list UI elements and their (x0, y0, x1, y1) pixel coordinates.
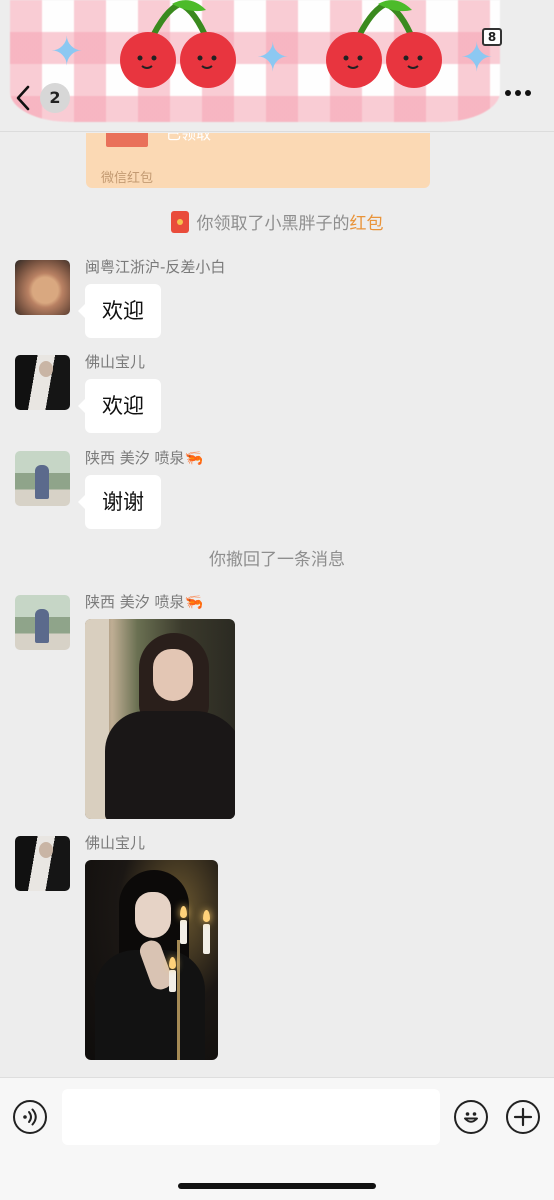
avatar[interactable] (15, 836, 70, 891)
message-bubble[interactable]: 欢迎 (78, 379, 161, 433)
avatar[interactable] (15, 595, 70, 650)
voice-icon (23, 1108, 37, 1126)
chevron-left-icon (16, 85, 30, 111)
chat-screen: ✦ ✦ ✦ 8 2 已领取 微信红包 你领取了小黑胖子的红包 闽粤江浙沪-反差小… (0, 0, 554, 1200)
red-packet-icon (170, 210, 189, 233)
message-item: 闽粤江浙沪-反差小白 欢迎 (0, 258, 554, 342)
message-item: 佛山宝儿 欢迎 (0, 353, 554, 437)
system-message-text: 你撤回了一条消息 (209, 550, 345, 570)
red-packet-label: 微信红包 (101, 171, 154, 186)
shrimp-emoji: 🦐 (184, 593, 204, 611)
sender-name: 佛山宝儿 (85, 353, 146, 371)
red-packet-link[interactable]: 红包 (350, 214, 384, 234)
shrimp-emoji: 🦐 (184, 449, 204, 467)
home-indicator (178, 1183, 376, 1189)
message-list[interactable]: 已领取 微信红包 你领取了小黑胖子的红包 闽粤江浙沪-反差小白 欢迎 佛山宝儿 … (0, 133, 554, 1077)
avatar[interactable] (15, 451, 70, 506)
plus-button[interactable] (506, 1100, 540, 1134)
message-bubble[interactable]: 谢谢 (78, 475, 161, 529)
back-button[interactable]: 2 (14, 80, 70, 116)
system-message-text: 你领取了小黑胖子的 (196, 214, 350, 234)
avatar[interactable] (15, 260, 70, 315)
sparkle-icon: ✦ (256, 35, 290, 81)
sparkle-icon: ✦ (50, 29, 84, 75)
red-packet-icon (106, 133, 148, 147)
message-input[interactable] (62, 1089, 440, 1145)
image-message[interactable] (85, 619, 235, 819)
more-options-button[interactable] (504, 88, 532, 98)
message-item: 陕西 美汐 喷泉🦐 谢谢 (0, 449, 554, 533)
sender-name: 陕西 美汐 喷泉🦐 (85, 593, 204, 611)
cherry-icon (326, 0, 442, 88)
red-packet-card[interactable]: 已领取 微信红包 (86, 133, 430, 188)
sender-name: 佛山宝儿 (85, 834, 146, 852)
chat-header: ✦ ✦ ✦ 8 2 (0, 0, 554, 132)
sender-name: 闽粤江浙沪-反差小白 (85, 258, 226, 276)
message-bubble[interactable]: 欢迎 (78, 284, 161, 338)
cherry-icon (120, 0, 236, 88)
avatar[interactable] (15, 355, 70, 410)
plus-icon (513, 1107, 533, 1127)
unread-count-badge: 2 (40, 83, 70, 113)
battery-indicator: 8 (482, 28, 502, 46)
message-item: 陕西 美汐 喷泉🦐 (0, 593, 554, 819)
system-message-recalled: 你撤回了一条消息 (0, 545, 554, 570)
system-message-red-packet: 你领取了小黑胖子的红包 (0, 209, 554, 234)
message-item: 佛山宝儿 (0, 834, 554, 1060)
input-bar (0, 1077, 554, 1200)
emoji-button[interactable] (454, 1100, 488, 1134)
emoji-icon (464, 1112, 478, 1123)
image-message[interactable] (85, 860, 218, 1060)
voice-button[interactable] (13, 1100, 47, 1134)
sender-name: 陕西 美汐 喷泉🦐 (85, 449, 204, 467)
red-packet-status: 已领取 (166, 133, 212, 143)
